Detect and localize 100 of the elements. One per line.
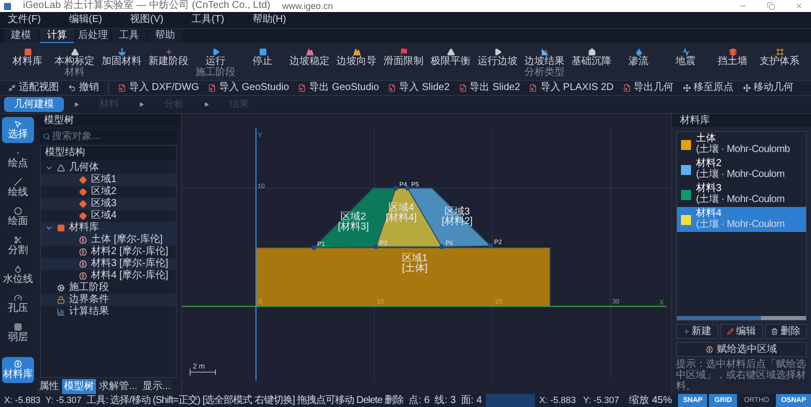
tree-item[interactable]: 区域1: [91, 175, 117, 185]
tool-button[interactable]: 分割: [2, 233, 34, 259]
tool-icon: [14, 323, 22, 331]
tree-item[interactable]: 区域2: [91, 187, 117, 197]
ribbon-button[interactable]: 边坡稳定: [290, 48, 330, 67]
tree-item[interactable]: 区域4: [91, 211, 117, 221]
toolbar-button[interactable]: 导出几何: [622, 83, 674, 93]
step-arrow-icon: [74, 102, 79, 107]
vertex-point[interactable]: [311, 245, 316, 250]
close-icon[interactable]: [795, 2, 803, 10]
ribbon-button[interactable]: 运行边坡: [478, 48, 518, 67]
tree-item[interactable]: 材料库: [69, 223, 99, 233]
panel-tab[interactable]: 属性: [37, 379, 61, 394]
ribbon-button[interactable]: 运行: [206, 48, 226, 67]
file-icon: [298, 84, 306, 92]
tool-button[interactable]: 材料库: [2, 357, 34, 383]
tool-hint: 工具: 选择/移动 (Shift=正交) [选全部模式 右键切换] 拖拽点可移动 Delete 删除: [86, 396, 404, 406]
material-action-button[interactable]: 新建: [676, 324, 718, 339]
menu-item[interactable]: 工具(T): [191, 15, 224, 25]
expand-chevron-icon[interactable]: [45, 224, 53, 232]
ribbon-button[interactable]: 边坡结果: [524, 48, 564, 67]
tree-item[interactable]: 区域3: [91, 199, 117, 209]
panel-tab[interactable]: 求解管...: [97, 379, 140, 394]
ribbon-button[interactable]: 滑面限制: [384, 48, 424, 67]
material-action-button[interactable]: 编辑: [720, 324, 763, 339]
ribbon-button[interactable]: 停止: [252, 48, 272, 67]
ribbon-button[interactable]: 本构标定: [54, 48, 94, 67]
tool-button[interactable]: 孔压: [2, 291, 34, 317]
ribbon-button[interactable]: 边坡向导: [336, 48, 376, 67]
tool-icon: [14, 360, 22, 368]
tool-icon: [118, 48, 126, 56]
ribbon-tab[interactable]: 计算: [40, 29, 74, 43]
material-icon: [79, 248, 87, 256]
ribbon-button[interactable]: 渗流: [628, 48, 648, 67]
ribbon-tab[interactable]: 后处理: [76, 29, 110, 43]
toolbar-button[interactable]: 导入 DXF/DWG: [118, 83, 199, 93]
workflow-step[interactable]: 几何建模: [4, 97, 64, 112]
element-count: 面: 4: [460, 396, 482, 406]
toolbar-button[interactable]: 撤销: [68, 83, 99, 93]
tool-button[interactable]: 选择: [2, 117, 34, 143]
toolbar-button[interactable]: 适配视图: [8, 83, 59, 93]
panel-tab[interactable]: 显示...: [140, 379, 173, 394]
toolbar-button[interactable]: 移至原点: [682, 83, 734, 93]
toolbar-button[interactable]: 导出 Slide2: [458, 83, 520, 93]
ribbon-tab[interactable]: 帮助: [148, 29, 182, 43]
material-row[interactable]: 材料3 (土壤 · Mohr-Coulom: [677, 182, 806, 207]
vertex-point[interactable]: [374, 244, 378, 250]
ribbon-tab[interactable]: 建模: [4, 29, 38, 43]
menu-item[interactable]: 编辑(E): [68, 15, 102, 25]
search-field[interactable]: 搜索对象...: [40, 129, 177, 143]
toolbar-button[interactable]: 移动几何: [742, 83, 794, 93]
material-row[interactable]: 材料4 (土壤 · Mohr-Coulom: [677, 207, 806, 232]
tree-item[interactable]: 材料2 [摩尔-库伦]: [91, 247, 168, 257]
group-caption: 分析类型: [524, 68, 564, 78]
toolbar-button[interactable]: 导入 GeoStudio: [208, 83, 290, 93]
material-icon: [79, 272, 87, 280]
tool-button[interactable]: 绘面: [2, 204, 34, 230]
tool-icon: [14, 120, 22, 128]
ribbon-button[interactable]: 基础沉降: [572, 48, 612, 67]
tool-button[interactable]: 水位线: [2, 262, 34, 288]
ribbon-tab[interactable]: 工具: [112, 29, 146, 43]
horizontal-scrollbar[interactable]: [677, 316, 806, 320]
menu-item[interactable]: 文件(F): [8, 15, 41, 25]
menu-item[interactable]: 视图(V): [130, 15, 164, 25]
ribbon-button[interactable]: 支护体系: [760, 48, 800, 67]
toolbar-button[interactable]: 导入 PLAXIS 2D: [529, 83, 614, 93]
ribbon-button[interactable]: 新建阶段: [148, 48, 188, 67]
tool-icon: [306, 48, 314, 56]
menu-item[interactable]: 帮助(H): [252, 15, 286, 25]
material-row[interactable]: 土体 (土壤 · Mohr-Coulomb: [677, 132, 806, 157]
tool-button[interactable]: 绘线: [2, 175, 34, 201]
material-name: 土体: [696, 134, 716, 144]
ribbon-button[interactable]: 挡土墙: [718, 48, 748, 67]
toolbar-button[interactable]: 导出 GeoStudio: [298, 83, 380, 93]
tree-item[interactable]: 施工阶段: [69, 283, 109, 293]
panel-title: 材料库: [680, 116, 710, 126]
scale-label: 2 m: [192, 362, 205, 371]
tree-item[interactable]: 材料4 [摩尔-库伦]: [91, 271, 168, 281]
material-action-button[interactable]: 删除: [764, 324, 807, 339]
tree-item[interactable]: 几何体: [69, 163, 99, 173]
tool-button[interactable]: 绘点: [2, 146, 34, 172]
panel-tab[interactable]: 模型树: [62, 379, 96, 394]
tree-header-title: 模型结构: [45, 148, 85, 158]
ribbon-button[interactable]: 地震: [676, 48, 696, 67]
ribbon-button[interactable]: 加固材料: [102, 48, 142, 67]
tree-item[interactable]: 计算结果: [69, 307, 109, 317]
tool-button[interactable]: 弱层: [2, 320, 34, 346]
toolbar-button[interactable]: 导入 Slide2: [388, 83, 450, 93]
materials-icon: [57, 224, 65, 232]
file-icon: [529, 84, 538, 92]
material-row[interactable]: 材料2 (土壤 · Mohr-Coulom: [677, 157, 806, 182]
ribbon-button[interactable]: 材料库: [12, 48, 42, 67]
vertex-point[interactable]: [393, 186, 398, 190]
restore-icon[interactable]: [767, 2, 775, 10]
ribbon-button[interactable]: 极限平衡: [430, 48, 470, 67]
expand-chevron-icon[interactable]: [45, 164, 53, 172]
vertex-point[interactable]: [405, 186, 410, 190]
region-label: 区域4 [材料4]: [386, 202, 417, 224]
vertex-point[interactable]: [488, 244, 493, 248]
assign-material-button[interactable]: 赋给选中区域: [676, 342, 807, 357]
